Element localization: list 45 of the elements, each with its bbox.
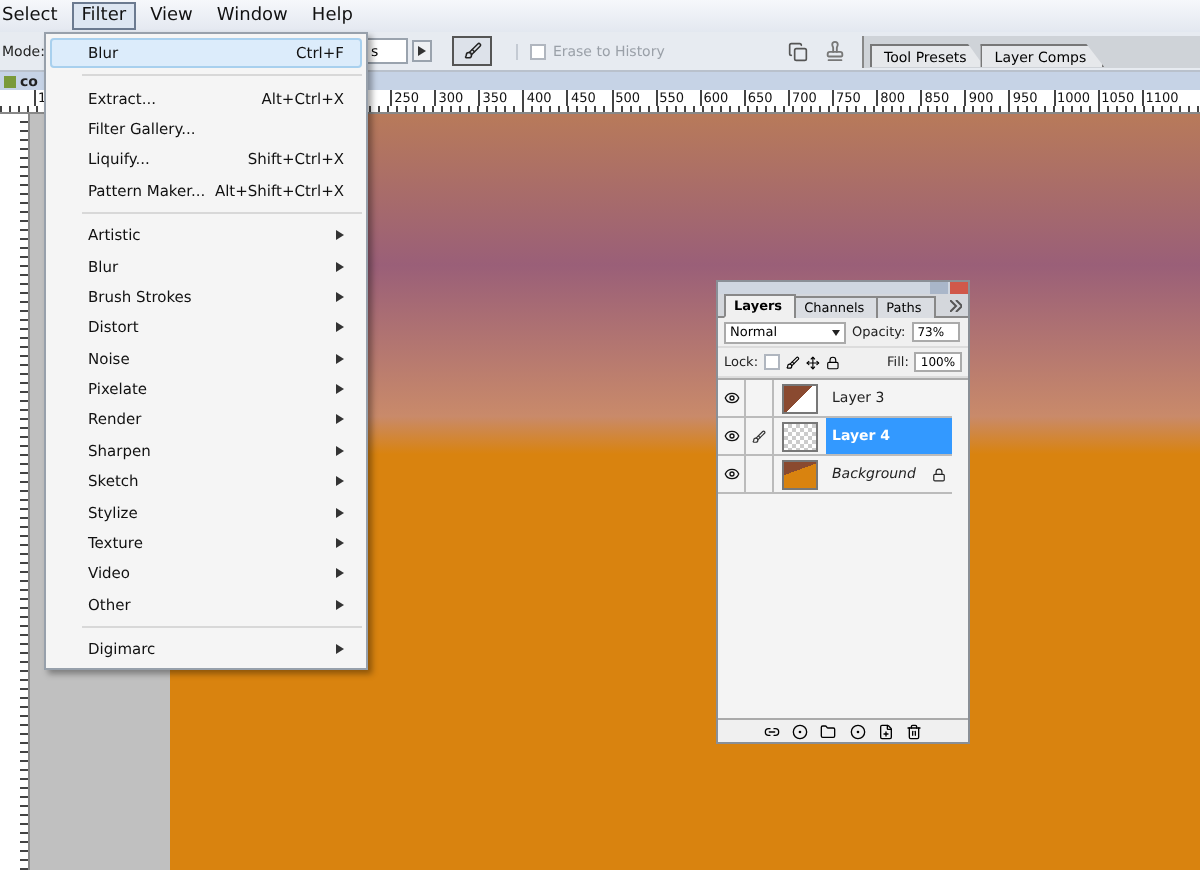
dropdown-arrow-button[interactable] [412,40,433,62]
menu-title[interactable]: Filter [71,2,137,30]
submenu-arrow-icon [336,507,344,518]
airbrush-button[interactable] [452,36,493,66]
lock-icon[interactable] [825,355,840,369]
submenu-arrow-icon [336,353,344,364]
layer-style-icon[interactable] [792,723,809,739]
submenu-arrow-icon [336,476,344,487]
eye-icon[interactable] [723,390,739,406]
eye-icon[interactable] [723,428,739,444]
brush-icon [752,429,766,443]
submenu-arrow-icon [336,445,344,456]
submenu-arrow-icon [336,322,344,333]
adjustment-layer-icon[interactable] [849,723,866,739]
submenu-arrow-icon [336,384,344,395]
brush-icon[interactable] [785,355,800,369]
layer-thumbnail [782,421,818,451]
submenu-arrow-icon [336,230,344,241]
submenu-arrow-icon [336,538,344,549]
layer-thumbnail [782,383,818,413]
panel-menu-button[interactable] [944,300,968,316]
menu-title[interactable]: Help [301,2,363,30]
submenu-arrow-icon [336,261,344,272]
trash-icon[interactable] [905,723,922,739]
eye-icon[interactable] [723,466,739,482]
submenu-arrow-icon [336,291,344,302]
lock-icon [932,467,946,481]
submenu-arrow-icon [336,414,344,425]
triangle-icon [418,46,427,56]
menu-title[interactable]: View [140,2,203,30]
folder-icon[interactable] [820,723,837,739]
move-icon[interactable] [805,355,820,369]
stamp-icon[interactable] [824,40,846,62]
menu-title[interactable]: Select [0,2,68,30]
menu-title[interactable]: Window [206,2,298,30]
caret-icon [832,329,840,335]
submenu-arrow-icon [336,599,344,610]
submenu-arrow-icon [336,568,344,579]
layer-thumbnail [782,459,818,489]
brush-icon [463,42,482,60]
document-icon [4,75,16,87]
document-icon[interactable] [788,41,808,61]
new-layer-icon[interactable] [877,723,894,739]
link-icon[interactable] [764,723,781,739]
submenu-arrow-icon [336,644,344,655]
